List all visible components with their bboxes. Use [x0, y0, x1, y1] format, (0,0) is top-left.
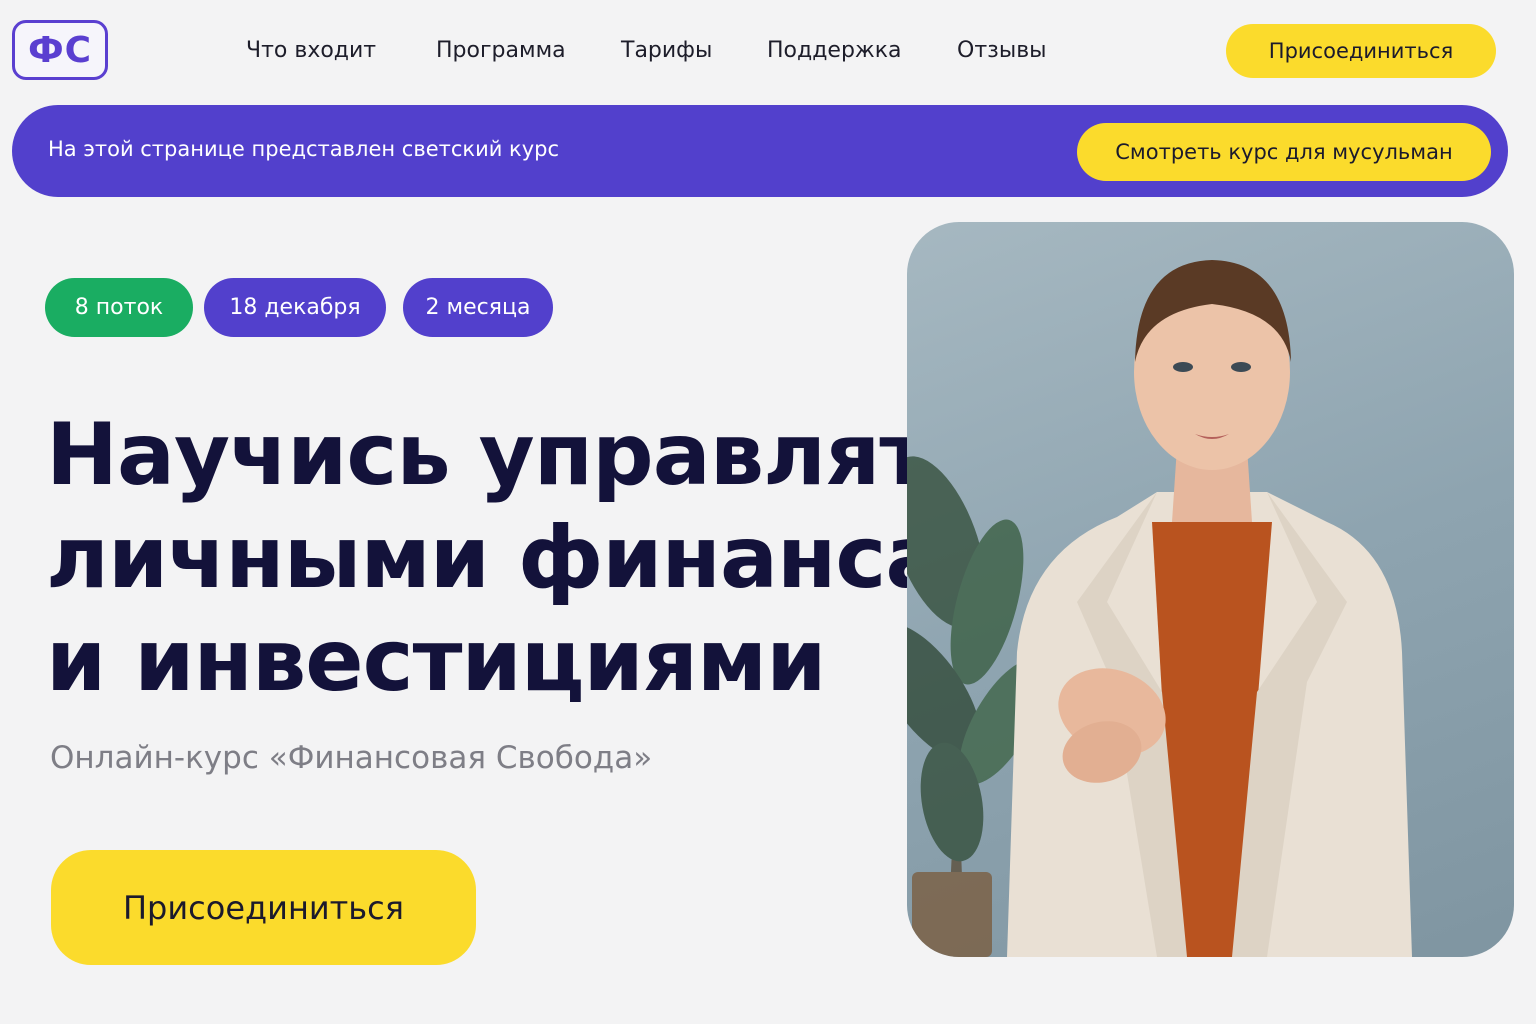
instructor-photo: [907, 222, 1514, 957]
date-badge: 18 декабря: [204, 278, 386, 337]
muslim-course-button[interactable]: Смотреть курс для мусульман: [1077, 123, 1491, 181]
nav-item-tariffs[interactable]: Тарифы: [621, 38, 712, 63]
nav-item-program[interactable]: Программа: [436, 38, 566, 63]
instructor-illustration: [907, 260, 1412, 957]
info-banner: На этой странице представлен светский ку…: [12, 105, 1508, 197]
logo[interactable]: ФС: [12, 20, 108, 80]
stream-badge: 8 поток: [45, 278, 193, 337]
course-subtitle: Онлайн-курс «Финансовая Свобода»: [50, 740, 653, 776]
join-cta-button[interactable]: Присоединиться: [51, 850, 476, 965]
header-join-button[interactable]: Присоединиться: [1226, 24, 1496, 78]
banner-text: На этой странице представлен светский ку…: [48, 137, 560, 161]
nav-item-support[interactable]: Поддержка: [767, 38, 902, 63]
nav-item-reviews[interactable]: Отзывы: [957, 38, 1047, 63]
nav-item-what-included[interactable]: Что входит: [246, 38, 376, 63]
duration-badge: 2 месяца: [403, 278, 553, 337]
